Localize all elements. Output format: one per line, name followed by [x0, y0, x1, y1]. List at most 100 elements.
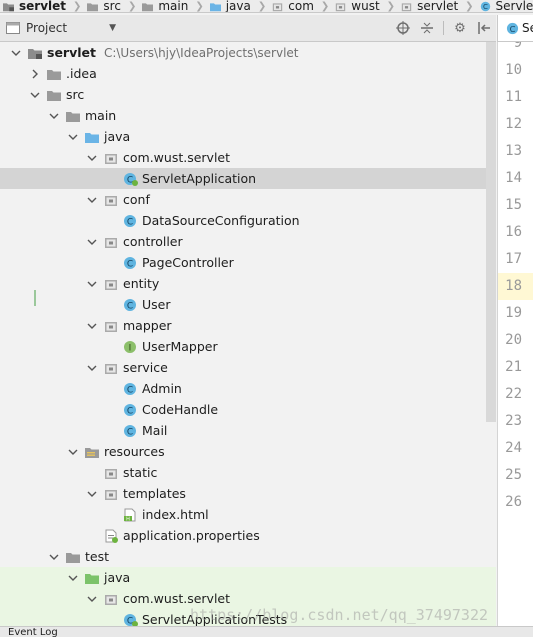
tree-row[interactable]: java	[0, 567, 496, 588]
tree-row[interactable]: application.properties	[0, 525, 496, 546]
tree-row[interactable]: C CodeHandle	[0, 399, 496, 420]
tree-node-name: com.wust.servlet	[123, 591, 231, 606]
tree-row[interactable]: C PageController	[0, 252, 496, 273]
tree-row[interactable]: com.wust.servlet	[0, 147, 496, 168]
tree-row[interactable]: C Admin	[0, 378, 496, 399]
svg-text:C: C	[127, 427, 133, 437]
tree-row[interactable]: C User	[0, 294, 496, 315]
tree-row[interactable]: C Mail	[0, 420, 496, 441]
package-icon	[103, 592, 119, 606]
folder-source-icon	[209, 1, 222, 12]
tree-node-name: com.wust.servlet	[123, 150, 231, 165]
class-icon: C	[122, 298, 138, 312]
gear-icon[interactable]: ⚙	[452, 20, 468, 36]
tree-row[interactable]: C ServletApplication	[0, 168, 496, 189]
chevron-down-icon[interactable]	[86, 278, 98, 290]
tree-row[interactable]: main	[0, 105, 496, 126]
breadcrumb-separator: ❯	[465, 0, 474, 12]
html-file-icon: H	[122, 508, 138, 522]
package-icon	[103, 151, 119, 165]
chevron-down-icon[interactable]	[86, 488, 98, 500]
breadcrumb-item[interactable]: C ServletApplication	[477, 0, 533, 12]
breadcrumb-item[interactable]: wust	[332, 0, 382, 12]
chevron-down-icon[interactable]	[10, 47, 22, 59]
breadcrumb-item[interactable]: java	[207, 0, 254, 12]
spring-class-icon: C	[122, 613, 138, 626]
project-view-icon	[6, 22, 20, 34]
line-number: 15	[505, 197, 522, 213]
chevron-right-icon[interactable]	[29, 68, 41, 80]
tree-row[interactable]: servlet C:\Users\hjy\IdeaProjects\servlet	[0, 42, 496, 63]
tree-node-label: test	[85, 549, 109, 564]
breadcrumb-item[interactable]: servlet	[0, 0, 69, 12]
breadcrumb-item[interactable]: src	[84, 0, 124, 12]
source-folder-icon	[84, 130, 100, 144]
breadcrumb-item[interactable]: servlet	[398, 0, 461, 12]
tree-scrollbar[interactable]	[486, 42, 496, 422]
tree-row[interactable]: C DataSourceConfiguration	[0, 210, 496, 231]
class-icon: C	[122, 382, 138, 396]
line-number: 18	[498, 273, 533, 300]
chevron-down-icon[interactable]	[67, 446, 79, 458]
tree-node-label: service	[123, 360, 168, 375]
breadcrumb-separator: ❯	[195, 0, 204, 12]
chevron-down-icon[interactable]	[86, 320, 98, 332]
toolbar-divider	[443, 21, 444, 35]
tree-row[interactable]: I UserMapper	[0, 336, 496, 357]
spring-class-icon: C	[479, 1, 492, 11]
tree-row[interactable]: mapper	[0, 315, 496, 336]
chevron-down-icon[interactable]	[67, 572, 79, 584]
class-icon: C	[122, 403, 138, 417]
vcs-change-marker	[34, 290, 36, 306]
tree-row[interactable]: .idea	[0, 63, 496, 84]
line-number: 20	[505, 332, 522, 348]
tree-row[interactable]: static	[0, 462, 496, 483]
line-number: 26	[505, 494, 522, 510]
spring-class-icon: C	[122, 172, 138, 186]
line-number: 14	[505, 170, 522, 186]
chevron-down-icon[interactable]	[86, 362, 98, 374]
breadcrumb-item[interactable]: main	[139, 0, 191, 12]
event-log-bar[interactable]: Event Log	[0, 626, 533, 637]
editor-tab[interactable]: C Se	[497, 15, 533, 42]
chevron-down-icon[interactable]	[86, 236, 98, 248]
tree-row[interactable]: Hindex.html	[0, 504, 496, 525]
tree-row[interactable]: templates	[0, 483, 496, 504]
tree-row[interactable]: test	[0, 546, 496, 567]
hide-icon[interactable]	[476, 20, 492, 36]
tree-row[interactable]: resources	[0, 441, 496, 462]
package-icon	[103, 235, 119, 249]
tree-row[interactable]: controller	[0, 231, 496, 252]
folder-icon	[141, 1, 154, 12]
tree-node-name: conf	[123, 192, 150, 207]
tree-row[interactable]: src	[0, 84, 496, 105]
chevron-down-icon[interactable]: ▼	[109, 23, 116, 33]
svg-text:C: C	[127, 217, 133, 227]
collapse-icon[interactable]	[419, 20, 435, 36]
tree-node-name: CodeHandle	[142, 402, 219, 417]
tree-node-name: templates	[123, 486, 186, 501]
chevron-down-icon[interactable]	[67, 131, 79, 143]
line-number: 25	[505, 467, 522, 483]
svg-text:C: C	[127, 259, 133, 269]
chevron-down-icon[interactable]	[48, 551, 60, 563]
tree-row[interactable]: java	[0, 126, 496, 147]
tree-row[interactable]: entity	[0, 273, 496, 294]
package-icon	[400, 1, 413, 12]
tree-node-name: Admin	[142, 381, 182, 396]
breadcrumb-separator: ❯	[257, 0, 267, 12]
chevron-down-icon[interactable]	[48, 110, 60, 122]
chevron-down-icon[interactable]	[86, 152, 98, 164]
tree-row[interactable]: service	[0, 357, 496, 378]
chevron-down-icon[interactable]	[86, 593, 98, 605]
svg-text:C: C	[127, 385, 133, 395]
breadcrumb-item[interactable]: com	[269, 0, 317, 12]
tree-row[interactable]: conf	[0, 189, 496, 210]
project-view-selector[interactable]: Project ▼	[6, 18, 116, 38]
chevron-down-icon[interactable]	[86, 194, 98, 206]
breadcrumb-separator: ❯	[320, 0, 330, 12]
chevron-down-icon[interactable]	[29, 89, 41, 101]
line-number: 22	[505, 386, 522, 402]
target-icon[interactable]	[395, 20, 411, 36]
line-number: 17	[505, 251, 522, 267]
